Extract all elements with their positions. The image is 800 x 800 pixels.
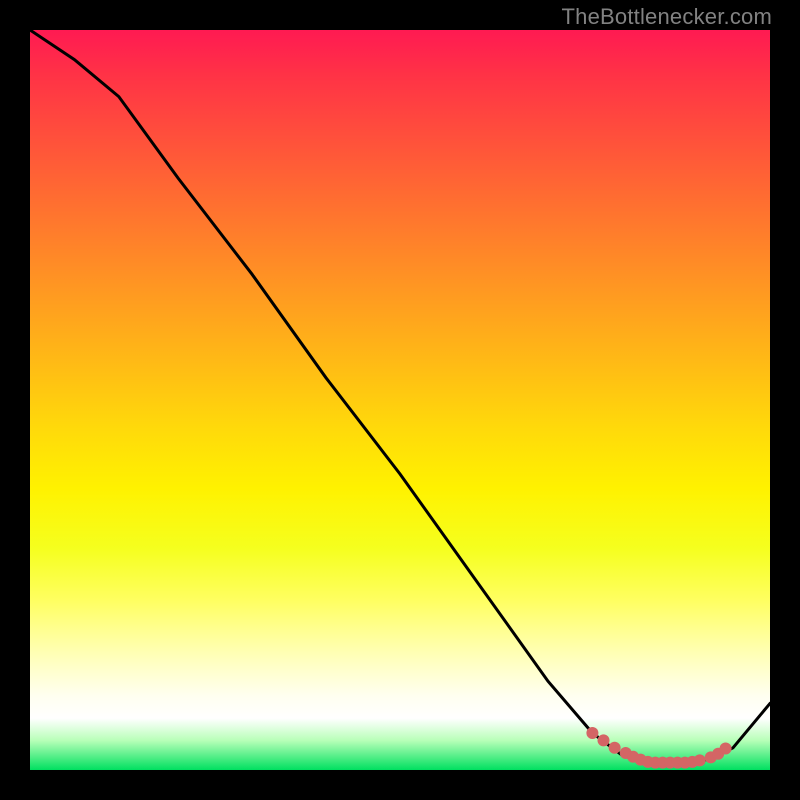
marker-dot bbox=[609, 742, 621, 754]
chart-svg bbox=[30, 30, 770, 770]
attribution-text: TheBottlenecker.com bbox=[0, 4, 772, 30]
chart-frame: TheBottlenecker.com bbox=[0, 0, 800, 800]
curve-line bbox=[30, 30, 770, 763]
marker-dot bbox=[586, 727, 598, 739]
marker-dot bbox=[694, 754, 706, 766]
curve-layer bbox=[30, 30, 770, 763]
plot-area bbox=[30, 30, 770, 770]
marker-dot bbox=[720, 743, 732, 755]
marker-dot bbox=[598, 734, 610, 746]
marker-layer bbox=[586, 727, 731, 769]
